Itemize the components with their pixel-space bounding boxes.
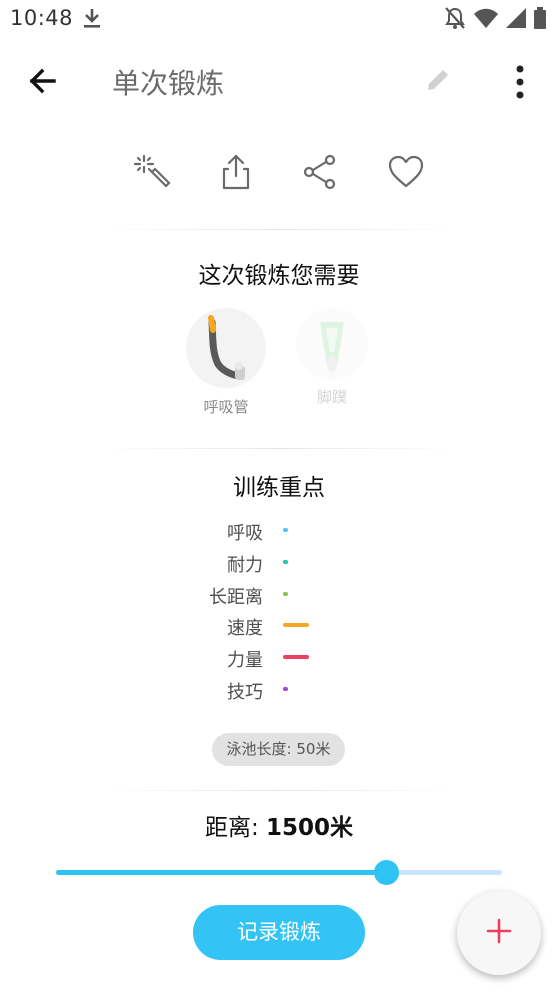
status-icons	[444, 6, 546, 34]
snorkel-badge	[186, 308, 266, 388]
equipment-label-fins: 脚蹼	[316, 388, 347, 406]
slider-fill	[56, 870, 387, 875]
divider	[100, 448, 458, 449]
back-arrow-icon	[24, 68, 62, 104]
pool-length-chip[interactable]: 泳池长度: 50米	[212, 733, 345, 766]
divider	[100, 229, 458, 230]
edit-title-button[interactable]	[424, 66, 452, 98]
focus-item-technique: 技巧	[143, 678, 263, 706]
edit-pencil-icon	[424, 70, 452, 98]
distance-value: 1500米	[266, 815, 354, 841]
download-icon	[82, 7, 102, 33]
share-button[interactable]	[298, 152, 342, 196]
training-focus-heading: 训练重点	[233, 475, 325, 501]
equipment-heading: 这次锻炼您需要	[198, 263, 360, 289]
focus-label: 速度	[227, 618, 263, 639]
back-button[interactable]	[24, 62, 62, 100]
fins-badge	[296, 308, 368, 380]
record-workout-button[interactable]: 记录锻炼	[193, 905, 365, 960]
focus-item-endurance: 耐力	[143, 551, 263, 579]
wifi-icon	[474, 8, 498, 32]
equipment-label-snorkel: 呼吸管	[203, 398, 249, 416]
magic-wand-button[interactable]	[130, 152, 174, 196]
divider	[100, 790, 458, 791]
slider-thumb[interactable]	[374, 860, 400, 885]
focus-bar-endurance	[283, 560, 288, 564]
action-toolbar	[0, 152, 558, 196]
page-title: 单次锻炼	[112, 67, 225, 100]
dnd-off-icon	[444, 6, 466, 34]
focus-item-speed: 速度	[143, 614, 263, 642]
plus-icon	[485, 917, 513, 949]
app-bar: 单次锻炼	[0, 44, 558, 116]
more-options-button[interactable]	[508, 64, 532, 100]
export-icon	[216, 152, 256, 196]
status-time: 10:48	[10, 6, 74, 30]
focus-label: 呼吸	[227, 523, 263, 544]
focus-label: 耐力	[227, 555, 263, 576]
battery-icon	[534, 7, 546, 33]
heart-icon	[386, 152, 426, 196]
export-button[interactable]	[214, 152, 258, 196]
focus-bar-technique	[283, 687, 288, 691]
focus-bar-breathing	[283, 528, 288, 532]
focus-label: 技巧	[227, 682, 263, 703]
focus-bar-strength	[283, 655, 309, 659]
focus-item-breathing: 呼吸	[143, 519, 263, 547]
distance-readout: 距离: 1500米	[0, 808, 558, 842]
distance-slider[interactable]	[56, 860, 502, 885]
focus-bar-speed	[283, 623, 309, 627]
status-bar: 10:48	[0, 0, 558, 38]
favorite-button[interactable]	[384, 152, 428, 196]
equipment-item-snorkel[interactable]: 呼吸管	[180, 308, 272, 417]
focus-item-long-distance: 长距离	[143, 583, 263, 611]
more-vert-icon	[508, 65, 532, 104]
distance-label: 距离:	[204, 815, 259, 841]
add-fab-button[interactable]	[457, 891, 541, 975]
focus-label: 力量	[227, 650, 263, 671]
magic-wand-icon	[132, 152, 172, 196]
focus-bar-long-distance	[283, 592, 288, 596]
focus-item-strength: 力量	[143, 646, 263, 674]
signal-icon	[506, 8, 526, 32]
equipment-item-fins[interactable]: 脚蹼	[286, 308, 378, 407]
share-icon	[300, 152, 340, 196]
focus-label: 长距离	[209, 587, 263, 608]
